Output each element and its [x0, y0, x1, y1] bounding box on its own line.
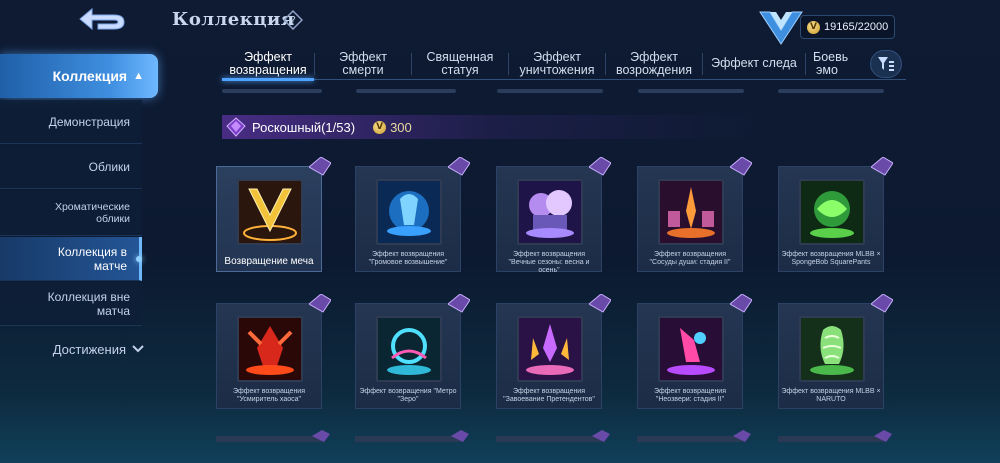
effect-card-peek[interactable]	[637, 430, 751, 442]
sidebar-item-label: Достижения	[52, 341, 126, 357]
effect-card-label: Эффект возвращения MLBB × SpongeBob Squa…	[781, 251, 881, 266]
corner-gem-icon	[871, 157, 893, 176]
effect-thumbnail	[376, 316, 442, 382]
tab-respawn-effect[interactable]: Эффект возрождения	[606, 48, 702, 79]
corner-gem-icon	[309, 157, 331, 176]
effect-card-naruto[interactable]: Эффект возвращения MLBB × NARUTO	[778, 294, 893, 409]
effect-card-peek[interactable]	[355, 430, 469, 442]
filter-sort-icon	[878, 57, 894, 71]
corner-gem-icon	[448, 294, 470, 313]
sidebar-item-label: Демонстрация	[48, 114, 130, 129]
corner-gem-icon	[589, 157, 611, 176]
effect-tabs: Эффект возвращения Эффект смерти Священн…	[222, 48, 906, 81]
svg-text:?: ?	[290, 14, 296, 27]
active-indicator-dot	[136, 255, 142, 262]
effect-card-chaos[interactable]: Эффект возвращения "Усмиритель хаоса"	[216, 294, 331, 409]
tab-battle-emotes[interactable]: Боевые эмо	[806, 48, 848, 79]
sidebar-main-label: Коллекция	[52, 68, 128, 84]
section-price-value: 300	[390, 119, 412, 135]
corner-gem-icon	[448, 157, 470, 176]
section-title: Роскошный(1/53)	[252, 119, 356, 135]
effect-card-sword-return[interactable]: Возвращение меча	[216, 157, 331, 272]
effect-thumbnail	[237, 179, 303, 245]
sidebar: Коллекция ▲ Демонстрация Облики Хроматич…	[0, 50, 160, 463]
effect-thumbnail	[237, 316, 303, 382]
effect-card-thunder[interactable]: Эффект возвращения "Громовое возвышение"	[355, 157, 470, 272]
currency-value: 19165/22000	[824, 21, 889, 33]
tab-return-effect[interactable]: Эффект возвращения	[222, 48, 314, 81]
effect-card-label: Эффект возвращения "Неозвери: стадия II"	[653, 388, 727, 403]
effect-card-seasons[interactable]: Эффект возвращения "Вечные сезоны: весна…	[496, 157, 611, 274]
sidebar-item-skins[interactable]: Облики	[0, 145, 142, 189]
back-button[interactable]	[72, 4, 132, 34]
corner-gem-icon	[589, 294, 611, 313]
effect-thumbnail	[376, 179, 442, 245]
effect-card-peek[interactable]	[216, 430, 330, 442]
corner-gem-icon	[309, 294, 331, 313]
effect-card-label: Эффект возвращения "Вечные сезоны: весна…	[508, 251, 590, 274]
effect-card-label: Эффект возвращения "Метро "Зеро"	[359, 388, 457, 403]
page-title: Коллекция	[172, 9, 295, 30]
tab-sacred-statue[interactable]: Священная статуя	[412, 48, 508, 79]
section-price: V 300	[373, 120, 412, 135]
sidebar-item-demonstration[interactable]: Демонстрация	[0, 100, 142, 144]
effect-card-label: Возвращение меча	[224, 256, 314, 267]
help-button[interactable]: ?	[283, 10, 303, 30]
effect-thumbnail	[517, 316, 583, 382]
sidebar-item-chroma-skins[interactable]: Хроматические облики	[0, 190, 142, 236]
sidebar-item-label: Коллекция в матче	[57, 244, 127, 273]
back-arrow-icon	[79, 7, 125, 31]
sidebar-item-label: Коллекция вне матча	[47, 289, 130, 318]
effect-thumbnail	[799, 316, 865, 382]
effect-card-peek[interactable]	[496, 430, 610, 442]
sidebar-item-achievements[interactable]: Достижения	[0, 336, 150, 362]
effect-thumbnail	[799, 179, 865, 245]
sidebar-item-collection[interactable]: Коллекция ▲	[0, 54, 158, 98]
effect-card-soul-vessels[interactable]: Эффект возвращения "Сосуды души: стадия …	[637, 157, 752, 272]
chevron-down-icon	[132, 345, 144, 353]
effect-card-label: Эффект возвращения MLBB × NARUTO	[781, 388, 881, 403]
diamond-gem-icon	[226, 117, 246, 137]
effect-card-neobeasts[interactable]: Эффект возвращения "Неозвери: стадия II"	[637, 294, 752, 409]
sidebar-item-in-match-collection[interactable]: Коллекция в матче	[0, 237, 142, 281]
currency-balance: V 19165/22000	[800, 15, 895, 39]
effect-card-label: Эффект возвращения "Усмиритель хаоса"	[232, 388, 306, 403]
sidebar-item-out-match-collection[interactable]: Коллекция вне матча	[0, 282, 142, 326]
corner-gem-icon	[871, 294, 893, 313]
effect-thumbnail	[658, 316, 724, 382]
effect-card-spongebob[interactable]: Эффект возвращения MLBB × SpongeBob Squa…	[778, 157, 893, 272]
effect-card-contenders[interactable]: Эффект возвращения "Завоевание Претенден…	[496, 294, 611, 409]
tab-trail-effect[interactable]: Эффект следа	[703, 48, 805, 79]
corner-gem-icon	[730, 294, 752, 313]
filter-button[interactable]	[870, 50, 902, 78]
chevron-up-icon: ▲	[133, 70, 144, 82]
corner-gem-icon	[730, 157, 752, 176]
effect-thumbnail	[517, 179, 583, 245]
rank-emblem-icon[interactable]	[758, 6, 804, 46]
sidebar-item-label: Облики	[88, 159, 130, 174]
effect-card-peek[interactable]	[778, 430, 892, 442]
effect-card-label: Эффект возвращения "Завоевание Претенден…	[503, 388, 595, 403]
effect-card-metro-zero[interactable]: Эффект возвращения "Метро "Зеро"	[355, 294, 470, 409]
effect-thumbnail	[658, 179, 724, 245]
sidebar-item-label: Хроматические облики	[54, 200, 130, 225]
effect-card-label: Эффект возвращения "Сосуды души: стадия …	[649, 251, 731, 266]
tab-elimination-effect[interactable]: Эффект уничтожения	[509, 48, 605, 79]
tab-death-effect[interactable]: Эффект смерти	[315, 48, 411, 79]
coin-icon: V	[373, 120, 387, 134]
coin-icon: V	[807, 20, 820, 34]
effect-card-label: Эффект возвращения "Громовое возвышение"	[368, 251, 448, 266]
question-icon: ?	[283, 10, 303, 30]
section-header-luxury: Роскошный(1/53) V 300	[222, 115, 902, 139]
